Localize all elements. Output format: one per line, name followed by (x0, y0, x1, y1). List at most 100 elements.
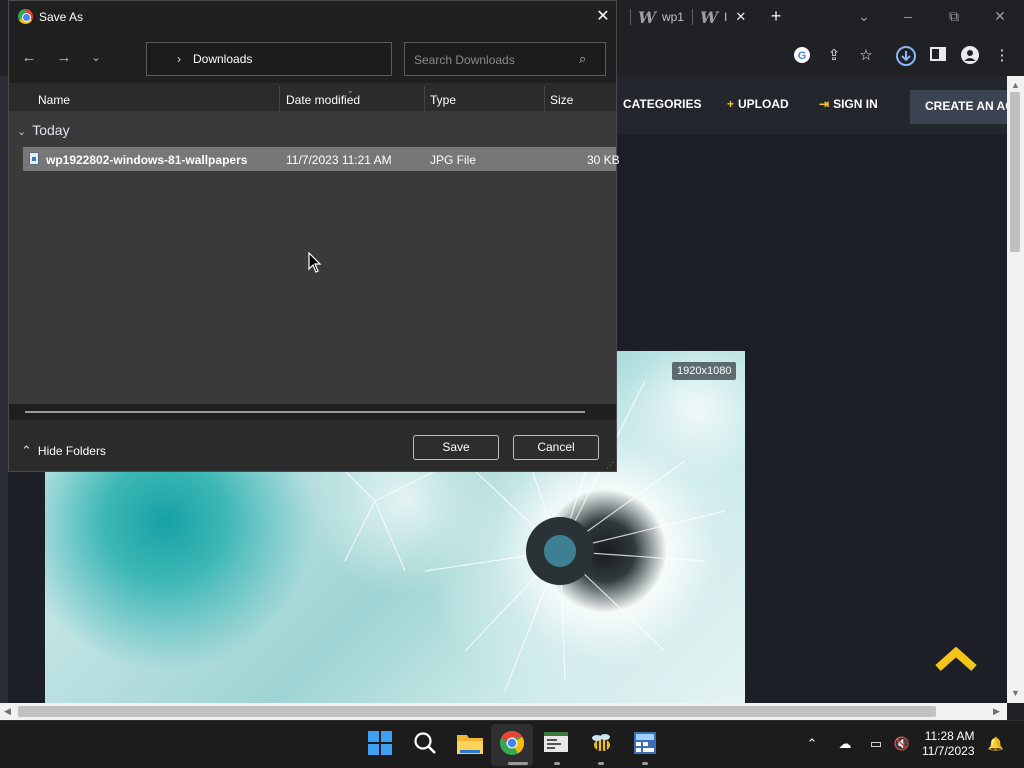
search-icon[interactable] (412, 730, 440, 758)
group-header-today[interactable]: ⌄ Today (17, 122, 70, 138)
nav-signin-label: SIGN IN (833, 97, 878, 111)
scroll-right-icon[interactable]: ▶ (993, 706, 1000, 717)
column-type[interactable]: Type (430, 93, 456, 107)
file-type: JPG File (430, 153, 477, 167)
running-indicator (508, 762, 528, 765)
dialog-horizontal-scrollbar[interactable] (9, 404, 616, 420)
windows-start-icon[interactable] (367, 730, 395, 758)
bookmark-star-icon[interactable]: ☆ (856, 46, 876, 66)
scroll-up-icon[interactable]: ▲ (1011, 80, 1020, 90)
vertical-scroll-thumb[interactable] (1010, 92, 1020, 252)
save-as-dialog: Save As ✕ ← → ⌄ › Downloads Search Downl… (8, 0, 620, 472)
tab-search-button[interactable]: ⌄ (854, 6, 874, 26)
onedrive-cloud-icon[interactable]: ☁ (836, 735, 854, 753)
site-favicon-icon: W (638, 7, 656, 27)
network-icon[interactable]: ▭ (867, 735, 885, 753)
side-panel-icon[interactable] (928, 46, 948, 66)
volume-muted-icon[interactable]: 🔇 (893, 735, 911, 753)
sign-in-icon: ⇥ (819, 97, 830, 111)
page-edge (0, 76, 8, 703)
column-size[interactable]: Size (550, 93, 573, 107)
taskbar: ⌃ ☁ ▭ 🔇 11:28 AM 11/7/2023 🔔 (0, 720, 1024, 768)
tab-title: wp1 (661, 10, 684, 24)
minimize-button[interactable]: – (898, 6, 918, 26)
system-clock[interactable]: 11:28 AM 11/7/2023 (922, 729, 975, 759)
tray-overflow-chevron-icon[interactable]: ⌃ (803, 735, 821, 753)
clock-date: 11/7/2023 (922, 744, 975, 758)
plus-icon: + (727, 97, 735, 111)
dialog-title: Save As (39, 10, 84, 24)
search-box[interactable]: Search Downloads ⌕ (404, 42, 606, 76)
file-explorer-icon[interactable] (456, 730, 484, 758)
jpg-file-icon (29, 152, 39, 165)
site-favicon-icon: W (700, 7, 718, 27)
address-bar[interactable]: › Downloads (146, 42, 392, 76)
cancel-button[interactable]: Cancel (513, 435, 599, 460)
recent-locations-chevron-icon[interactable]: ⌄ (86, 48, 106, 68)
nav-upload-label: UPLOAD (738, 97, 789, 111)
resize-grip-icon[interactable]: ⋰ (606, 461, 614, 470)
scroll-to-top-icon[interactable] (934, 644, 978, 674)
share-icon[interactable]: ⇪ (824, 46, 844, 66)
file-name: wp1922802-windows-81-wallpapers (46, 153, 248, 167)
chevron-up-icon: ⌃ (21, 443, 32, 458)
file-date: 11/7/2023 11:21 AM (286, 153, 392, 167)
tab-close-icon[interactable]: ✕ (735, 9, 746, 25)
column-divider[interactable] (424, 86, 425, 112)
tab-wp1[interactable]: W wp1 (638, 4, 700, 30)
save-button[interactable]: Save (413, 435, 499, 460)
column-header-row: Name ⌄ Date modified Type Size (9, 86, 616, 112)
breadcrumb-chevron-icon: › (177, 52, 181, 66)
nav-categories[interactable]: CATEGORIES (623, 97, 701, 111)
browser-toolbar: G ⇪ ☆ ⋮ (616, 38, 1024, 74)
nav-upload[interactable]: + UPLOAD (727, 97, 789, 111)
clock-time: 11:28 AM (924, 729, 975, 743)
download-icon[interactable] (896, 46, 916, 66)
file-size: 30 KB (587, 153, 620, 167)
chrome-logo-icon (18, 9, 33, 24)
terminal-app-icon[interactable] (543, 730, 571, 758)
tab-separator (692, 9, 693, 25)
scroll-down-icon[interactable]: ▼ (1011, 688, 1020, 698)
resolution-badge: 1920x1080 (672, 362, 737, 380)
breadcrumb-downloads[interactable]: Downloads (193, 52, 252, 66)
search-placeholder[interactable]: Search Downloads (414, 53, 515, 67)
tab-title: I (723, 10, 728, 24)
column-date-modified[interactable]: Date modified (286, 93, 360, 107)
file-row[interactable]: wp1922802-windows-81-wallpapers 11/7/202… (23, 147, 620, 171)
bee-app-icon[interactable] (588, 730, 616, 758)
horizontal-scroll-thumb[interactable] (18, 706, 936, 717)
close-window-button[interactable]: ✕ (990, 6, 1010, 26)
dialog-title-bar[interactable]: Save As ✕ (9, 1, 616, 33)
hide-folders-label: Hide Folders (37, 444, 106, 458)
dialog-close-button[interactable]: ✕ (593, 7, 613, 27)
profile-icon[interactable] (960, 46, 980, 66)
site-nav: CATEGORIES + UPLOAD ⇥ SIGN IN CREATE AN AC (616, 76, 1024, 134)
chrome-icon[interactable] (499, 730, 527, 758)
hex-calc-app-icon[interactable] (632, 730, 660, 758)
group-label: Today (32, 122, 70, 138)
notification-bell-icon[interactable]: 🔔 (987, 735, 1005, 753)
back-arrow-icon[interactable]: ← (19, 48, 39, 68)
tab-active[interactable]: W I ✕ (700, 4, 750, 30)
menu-kebab-icon[interactable]: ⋮ (992, 46, 1012, 66)
collapse-chevron-icon: ⌄ (17, 126, 27, 138)
search-icon: ⌕ (579, 51, 587, 66)
dialog-nav-bar: ← → ⌄ › Downloads Search Downloads ⌕ (9, 33, 616, 83)
new-tab-button[interactable]: + (766, 6, 786, 26)
dialog-scroll-thumb[interactable] (25, 411, 585, 413)
column-divider[interactable] (544, 86, 545, 112)
forward-arrow-icon[interactable]: → (54, 48, 74, 68)
google-lens-icon[interactable]: G (792, 46, 812, 66)
hide-folders-button[interactable]: ⌃ Hide Folders (21, 443, 106, 459)
tab-separator (630, 9, 631, 25)
restore-button[interactable]: ⧉ (944, 6, 964, 26)
running-indicator (554, 762, 560, 765)
svg-text:G: G (798, 50, 807, 62)
tab-strip: W wp1 W I ✕ + ⌄ – ⧉ ✕ (616, 0, 1024, 34)
mouse-cursor-icon (308, 251, 322, 274)
scroll-left-icon[interactable]: ◀ (4, 706, 11, 717)
column-name[interactable]: Name (38, 93, 70, 107)
column-divider[interactable] (279, 86, 280, 112)
nav-signin[interactable]: ⇥ SIGN IN (819, 97, 878, 111)
